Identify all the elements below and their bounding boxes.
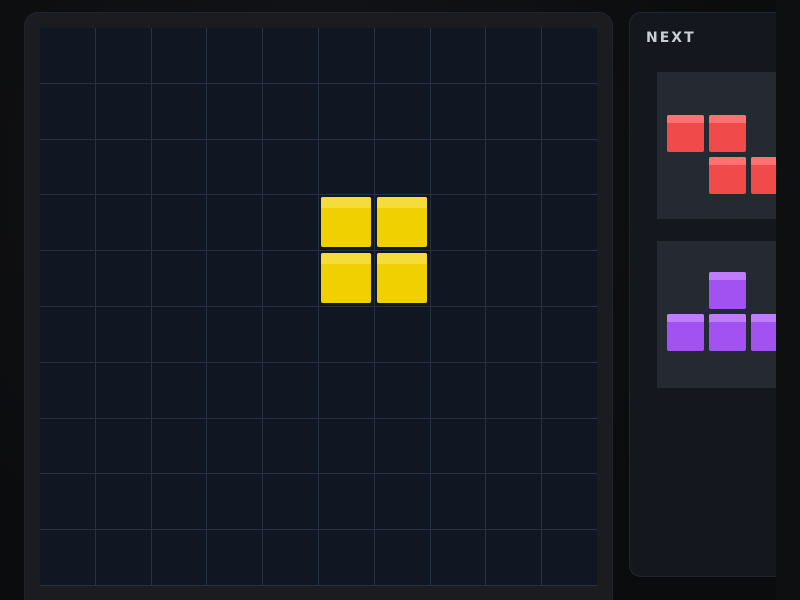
grid-line-vertical — [318, 28, 319, 586]
block-highlight — [709, 115, 746, 123]
block-highlight — [377, 253, 427, 264]
next-piece-block — [709, 272, 746, 309]
grid-line-horizontal — [40, 83, 597, 84]
block-highlight — [667, 314, 704, 322]
next-piece-block — [667, 115, 704, 152]
grid-line-horizontal — [40, 529, 597, 530]
active-piece-block — [321, 253, 371, 303]
next-piece-block — [709, 157, 746, 194]
block-highlight — [667, 115, 704, 123]
active-piece-block — [321, 197, 371, 247]
grid-line-vertical — [541, 28, 542, 586]
grid-line-horizontal — [40, 306, 597, 307]
next-label: NEXT — [646, 30, 696, 46]
game-screen: NEXT — [0, 0, 800, 600]
block-highlight — [377, 197, 427, 208]
block-highlight — [709, 314, 746, 322]
grid-line-horizontal — [40, 362, 597, 363]
grid-line-vertical — [151, 28, 152, 586]
grid-line-horizontal — [40, 250, 597, 251]
grid-line-horizontal — [40, 473, 597, 474]
grid-line-vertical — [262, 28, 263, 586]
block-highlight — [709, 272, 746, 280]
block-highlight — [709, 157, 746, 165]
next-piece-block — [709, 115, 746, 152]
grid-line-vertical — [485, 28, 486, 586]
screen-edge — [776, 0, 800, 600]
next-panel: NEXT — [629, 12, 800, 577]
block-highlight — [321, 197, 371, 208]
grid-line-vertical — [206, 28, 207, 586]
next-piece-block — [709, 314, 746, 351]
active-piece-block — [377, 253, 427, 303]
grid-line-horizontal — [40, 418, 597, 419]
active-piece-block — [377, 197, 427, 247]
grid-line-vertical — [430, 28, 431, 586]
grid-line-vertical — [95, 28, 96, 586]
game-board — [40, 28, 597, 586]
grid-line-horizontal — [40, 585, 597, 586]
grid-line-horizontal — [40, 139, 597, 140]
block-highlight — [321, 253, 371, 264]
grid-line-horizontal — [40, 194, 597, 195]
next-piece-block — [667, 314, 704, 351]
grid-line-vertical — [374, 28, 375, 586]
